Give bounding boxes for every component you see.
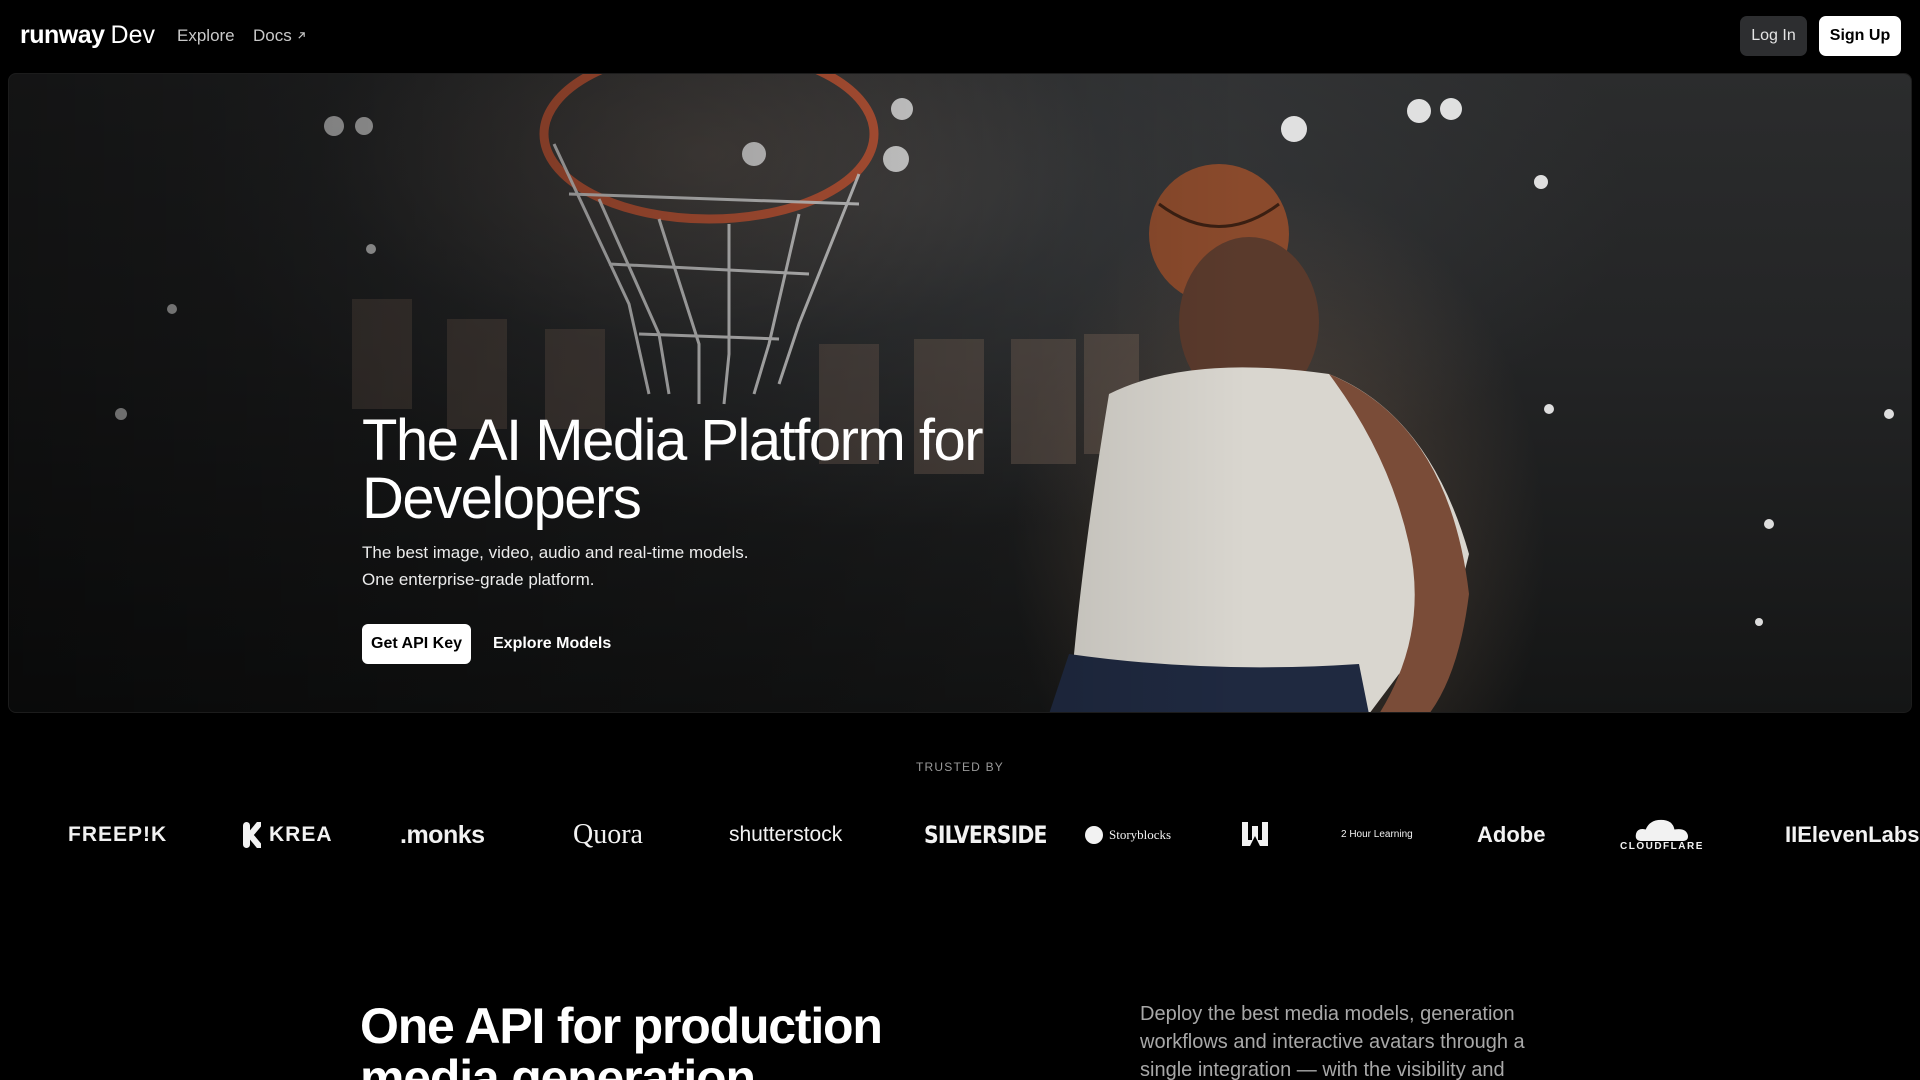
w-logo (1242, 818, 1270, 852)
krea-icon (243, 822, 261, 848)
cloudflare-wordmark: CLOUDFLARE (1620, 841, 1704, 852)
hero-section: The AI Media Platform for Developers The… (8, 73, 1912, 713)
get-api-key-button[interactable]: Get API Key (362, 624, 471, 664)
section-title: One API for production media generation (360, 998, 883, 1080)
logo-suffix: Dev (110, 21, 155, 49)
elevenlabs-logo: IIElevenLabs (1785, 822, 1920, 847)
login-button[interactable]: Log In (1740, 16, 1807, 56)
storyblocks-logo: Storyblocks (1085, 818, 1171, 852)
freepik-logo: FREEP!K (68, 823, 168, 846)
brand-logo-strip: FREEP!K KREA .monks Quora shutterstock S… (0, 810, 1920, 860)
hero-title: The AI Media Platform for Developers (362, 408, 984, 531)
cloudflare-logo: CLOUDFLARE (1620, 818, 1704, 852)
hero-subtitle-line: One enterprise-grade platform. (362, 570, 595, 589)
monks-logo: .monks (400, 820, 485, 849)
trusted-by-label: TRUSTED BY (915, 760, 1004, 774)
cloud-icon (1635, 819, 1688, 841)
runway-dev-logo[interactable]: runway Dev (20, 20, 155, 50)
w-mark-icon (1242, 822, 1268, 846)
logo-wordmark: runway (20, 21, 105, 49)
top-nav: runway Dev Explore Docs Log In Sign Up (0, 0, 1920, 73)
hero-subtitle: The best image, video, audio and real-ti… (362, 539, 822, 593)
shutterstock-logo: shutterstock (729, 823, 843, 846)
section-description: Deploy the best media models, generation… (1140, 1003, 1525, 1080)
storyblocks-wordmark: Storyblocks (1109, 827, 1172, 842)
adobe-logo: Adobe (1477, 822, 1546, 847)
nav-link-explore[interactable]: Explore (177, 25, 235, 47)
external-arrow-icon (298, 32, 305, 39)
nav-docs-label: Docs (253, 26, 292, 45)
krea-wordmark: KREA (269, 823, 333, 846)
hero-overlay (9, 74, 1911, 712)
silverside-logo: SILVERSIDE (924, 821, 1047, 849)
quora-logo: Quora (573, 819, 643, 850)
signup-button[interactable]: Sign Up (1819, 16, 1901, 56)
krea-logo: KREA (243, 818, 333, 852)
two-hour-learning-wordmark: 2 Hour Learning (1341, 829, 1413, 840)
nav-link-docs[interactable]: Docs (253, 25, 306, 47)
hero-subtitle-line: The best image, video, audio and real-ti… (362, 543, 749, 562)
explore-models-button[interactable]: Explore Models (490, 624, 614, 664)
storyblocks-icon (1085, 826, 1103, 844)
two-hour-learning-logo: 2 Hour Learning (1341, 818, 1413, 852)
